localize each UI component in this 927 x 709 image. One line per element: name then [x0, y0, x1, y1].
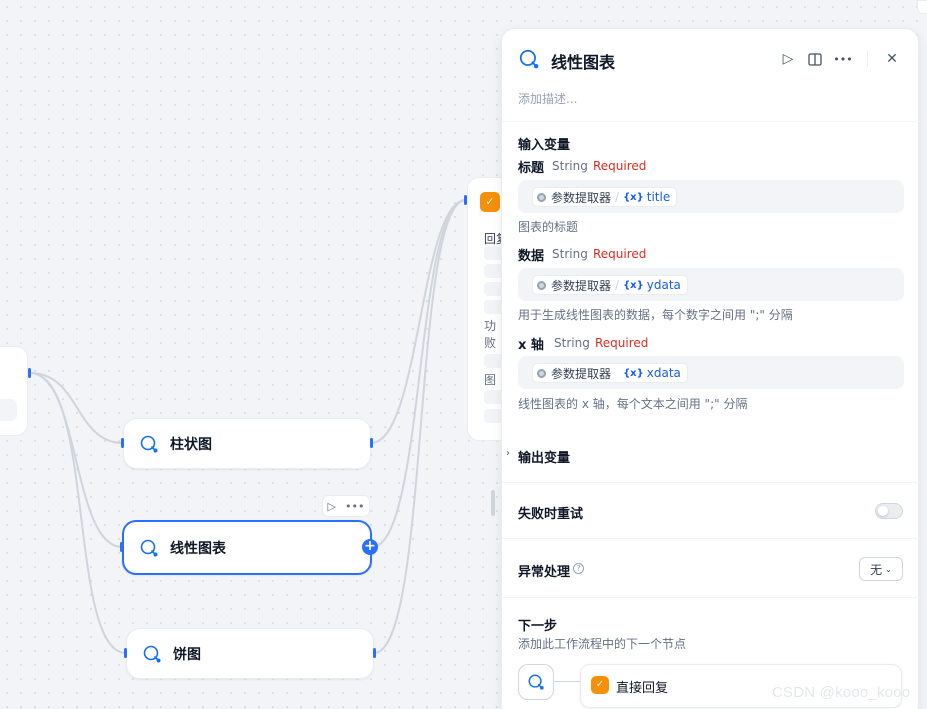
retry-label: 失败时重试 — [518, 507, 584, 522]
start-node-partial[interactable] — [0, 346, 28, 436]
var-help: 线性图表的 x 轴，每个文本之间用 ";" 分隔 — [518, 397, 748, 411]
answer-row-text: 功 — [484, 319, 497, 333]
run-icon[interactable]: ▷ — [778, 49, 798, 69]
watermark: CSDN @kooo_kooo — [772, 684, 911, 701]
node-pie-output-handle[interactable] — [373, 648, 376, 658]
panel-resize-handle[interactable] — [491, 490, 495, 516]
start-node-field — [0, 399, 17, 421]
divider — [502, 597, 920, 598]
more-icon[interactable]: ••• — [345, 500, 364, 513]
input-vars-heading: 输入变量 — [518, 138, 571, 153]
divider — [502, 121, 920, 122]
close-icon[interactable]: ✕ — [882, 49, 902, 69]
start-node-handle[interactable] — [28, 368, 31, 378]
node-bar-chart[interactable]: 柱状图 — [123, 418, 371, 469]
retry-toggle[interactable] — [875, 503, 903, 519]
node-pie-input-handle[interactable] — [124, 648, 127, 658]
toolbar-separator — [867, 51, 868, 67]
answer-icon: ✓ — [591, 676, 609, 694]
panel-title[interactable]: 线性图表 — [551, 49, 615, 73]
node-pie-chart[interactable]: 饼图 — [126, 628, 374, 679]
chevron-right-icon[interactable]: › — [506, 448, 510, 459]
node-dot-icon — [537, 280, 546, 290]
question-icon[interactable]: ? — [573, 563, 584, 574]
var-label: 标题 — [518, 161, 545, 176]
var-required: Required — [595, 336, 649, 350]
node-title: 饼图 — [173, 646, 201, 663]
node-line-input-handle[interactable] — [120, 542, 123, 552]
variable-icon: {x} — [623, 367, 644, 379]
node-dot-icon — [537, 192, 546, 202]
var-type: String — [552, 159, 588, 173]
var-type: String — [554, 336, 590, 350]
var-label: x 轴 — [518, 338, 544, 353]
var-name: ydata — [646, 278, 681, 292]
error-handling-label: 异常处理 — [518, 565, 571, 580]
error-handling-select[interactable]: 无 ⌄ — [859, 557, 903, 581]
divider — [502, 482, 920, 483]
var-name: title — [646, 190, 671, 204]
chart-tool-icon — [518, 48, 540, 70]
current-node-icon — [518, 664, 554, 700]
node-bar-input-handle[interactable] — [121, 438, 124, 448]
description-input[interactable]: 添加描述... — [518, 90, 577, 107]
variable-icon: {x} — [623, 191, 644, 203]
var-reference-pill[interactable]: 参数提取器 / {x} title — [532, 187, 678, 207]
next-connector — [554, 681, 580, 682]
more-icon[interactable]: ••• — [833, 49, 853, 69]
next-step-desc: 添加此工作流程中的下一个节点 — [518, 637, 687, 651]
answer-node-input-handle[interactable] — [464, 195, 467, 205]
var-type: String — [552, 247, 588, 261]
answer-icon: ✓ — [480, 192, 500, 212]
chevron-down-icon: ⌄ — [885, 564, 892, 574]
run-icon[interactable]: ▷ — [328, 500, 336, 513]
var-help: 用于生成线性图表的数据，每个数字之间用 ";" 分隔 — [518, 308, 793, 322]
node-bar-output-handle[interactable] — [370, 438, 373, 448]
var-name: xdata — [646, 366, 681, 380]
add-next-node-icon[interactable]: + — [362, 539, 378, 555]
node-line-chart[interactable]: 线性图表 — [122, 520, 372, 575]
help-doc-icon[interactable] — [805, 49, 825, 69]
var-selector-xdata[interactable]: 参数提取器 / {x} xdata — [518, 356, 904, 389]
divider — [502, 538, 920, 539]
var-required: Required — [593, 247, 647, 261]
var-label: 数据 — [518, 249, 545, 264]
answer-row-text: 败 — [484, 336, 497, 350]
next-step-heading: 下一步 — [518, 619, 558, 634]
variable-icon: {x} — [623, 279, 644, 291]
corner-control — [917, 0, 927, 14]
node-settings-panel: 线性图表 ▷ ••• ✕ 添加描述... 输入变量 标题 String Requ… — [501, 28, 920, 709]
answer-row-text: 图 — [484, 373, 497, 387]
node-dot-icon — [537, 368, 546, 378]
var-selector-title[interactable]: 参数提取器 / {x} title — [518, 180, 904, 213]
node-title: 线性图表 — [170, 540, 226, 557]
chart-tool-icon — [138, 433, 160, 455]
next-node-label: 直接回复 — [616, 681, 669, 696]
output-vars-toggle[interactable]: 输出变量 — [518, 447, 570, 466]
var-selector-ydata[interactable]: 参数提取器 / {x} ydata — [518, 268, 904, 301]
node-mini-toolbar: ▷ ••• — [322, 495, 370, 517]
chart-tool-icon — [141, 643, 163, 665]
var-required: Required — [593, 159, 647, 173]
chart-tool-icon — [138, 537, 160, 559]
var-reference-pill[interactable]: 参数提取器 / {x} ydata — [532, 275, 688, 295]
var-help: 图表的标题 — [518, 220, 579, 234]
node-title: 柱状图 — [170, 436, 212, 453]
var-reference-pill[interactable]: 参数提取器 / {x} xdata — [532, 363, 688, 383]
